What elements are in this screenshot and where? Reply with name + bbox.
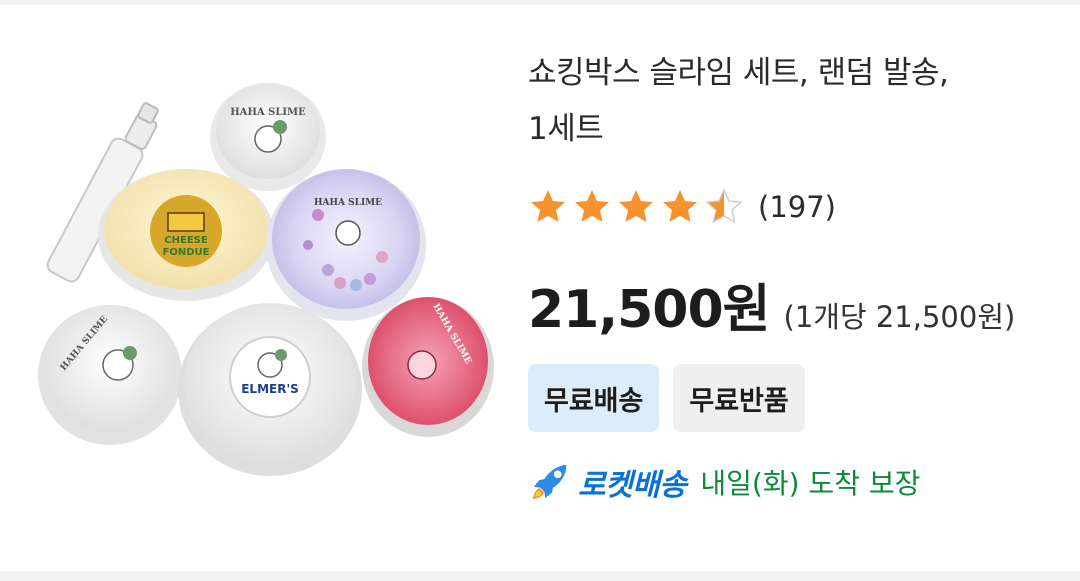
free-shipping-badge: 무료배송 <box>528 364 660 432</box>
product-card[interactable]: HAHA SLIME CHEESE FONDUE HAHA SLIME HAHA… <box>0 5 1080 571</box>
delivery-row: 로켓배송 내일(화) 도착 보장 <box>528 457 920 507</box>
rating-row[interactable]: (197) <box>528 185 836 229</box>
price: 21,500원 <box>528 280 771 340</box>
rocket-icon <box>532 464 567 500</box>
svg-text:CHEESE: CHEESE <box>164 235 208 246</box>
slime-jar-white-left: HAHA SLIME <box>38 305 182 445</box>
badges: 무료배송 무료반품 <box>528 364 805 432</box>
product-title[interactable]: 쇼킹박스 슬라임 세트, 랜덤 발송, 1세트 <box>528 45 1068 157</box>
free-return-badge: 무료반품 <box>673 364 805 432</box>
price-row: 21,500원 (1개당 21,500원) <box>528 267 1015 342</box>
svg-text:HAHA SLIME: HAHA SLIME <box>314 198 382 208</box>
half-star-icon <box>705 188 743 224</box>
svg-text:HAHA SLIME: HAHA SLIME <box>230 107 306 118</box>
product-info: 쇼킹박스 슬라임 세트, 랜덤 발송, 1세트 (197) 21,500원 (1… <box>528 45 1068 503</box>
slime-jar-elmers: ELMER'S <box>178 303 362 476</box>
svg-text:ELMER'S: ELMER'S <box>241 382 299 396</box>
slime-jar-cheese: CHEESE FONDUE <box>98 169 274 301</box>
slime-jar-white-small: HAHA SLIME <box>210 83 326 191</box>
star-icon <box>575 190 609 222</box>
review-count[interactable]: (197) <box>758 190 836 224</box>
rocket-delivery-label: 로켓배송 <box>578 468 687 503</box>
product-image[interactable]: HAHA SLIME CHEESE FONDUE HAHA SLIME HAHA… <box>18 65 508 505</box>
product-title-line2: 1세트 <box>528 111 604 147</box>
slime-jar-galaxy: HAHA SLIME <box>266 169 426 321</box>
svg-text:FONDUE: FONDUE <box>163 247 210 258</box>
product-title-line1: 쇼킹박스 슬라임 세트, 랜덤 발송, <box>528 55 949 91</box>
star-icon <box>619 190 653 222</box>
star-icon <box>531 190 565 222</box>
delivery-eta: 내일(화) 도착 보장 <box>700 467 921 500</box>
slime-jar-pink: HAHA SLIME <box>362 297 494 437</box>
unit-price: (1개당 21,500원) <box>783 300 1016 334</box>
star-rating <box>528 187 744 227</box>
star-icon <box>663 190 697 222</box>
